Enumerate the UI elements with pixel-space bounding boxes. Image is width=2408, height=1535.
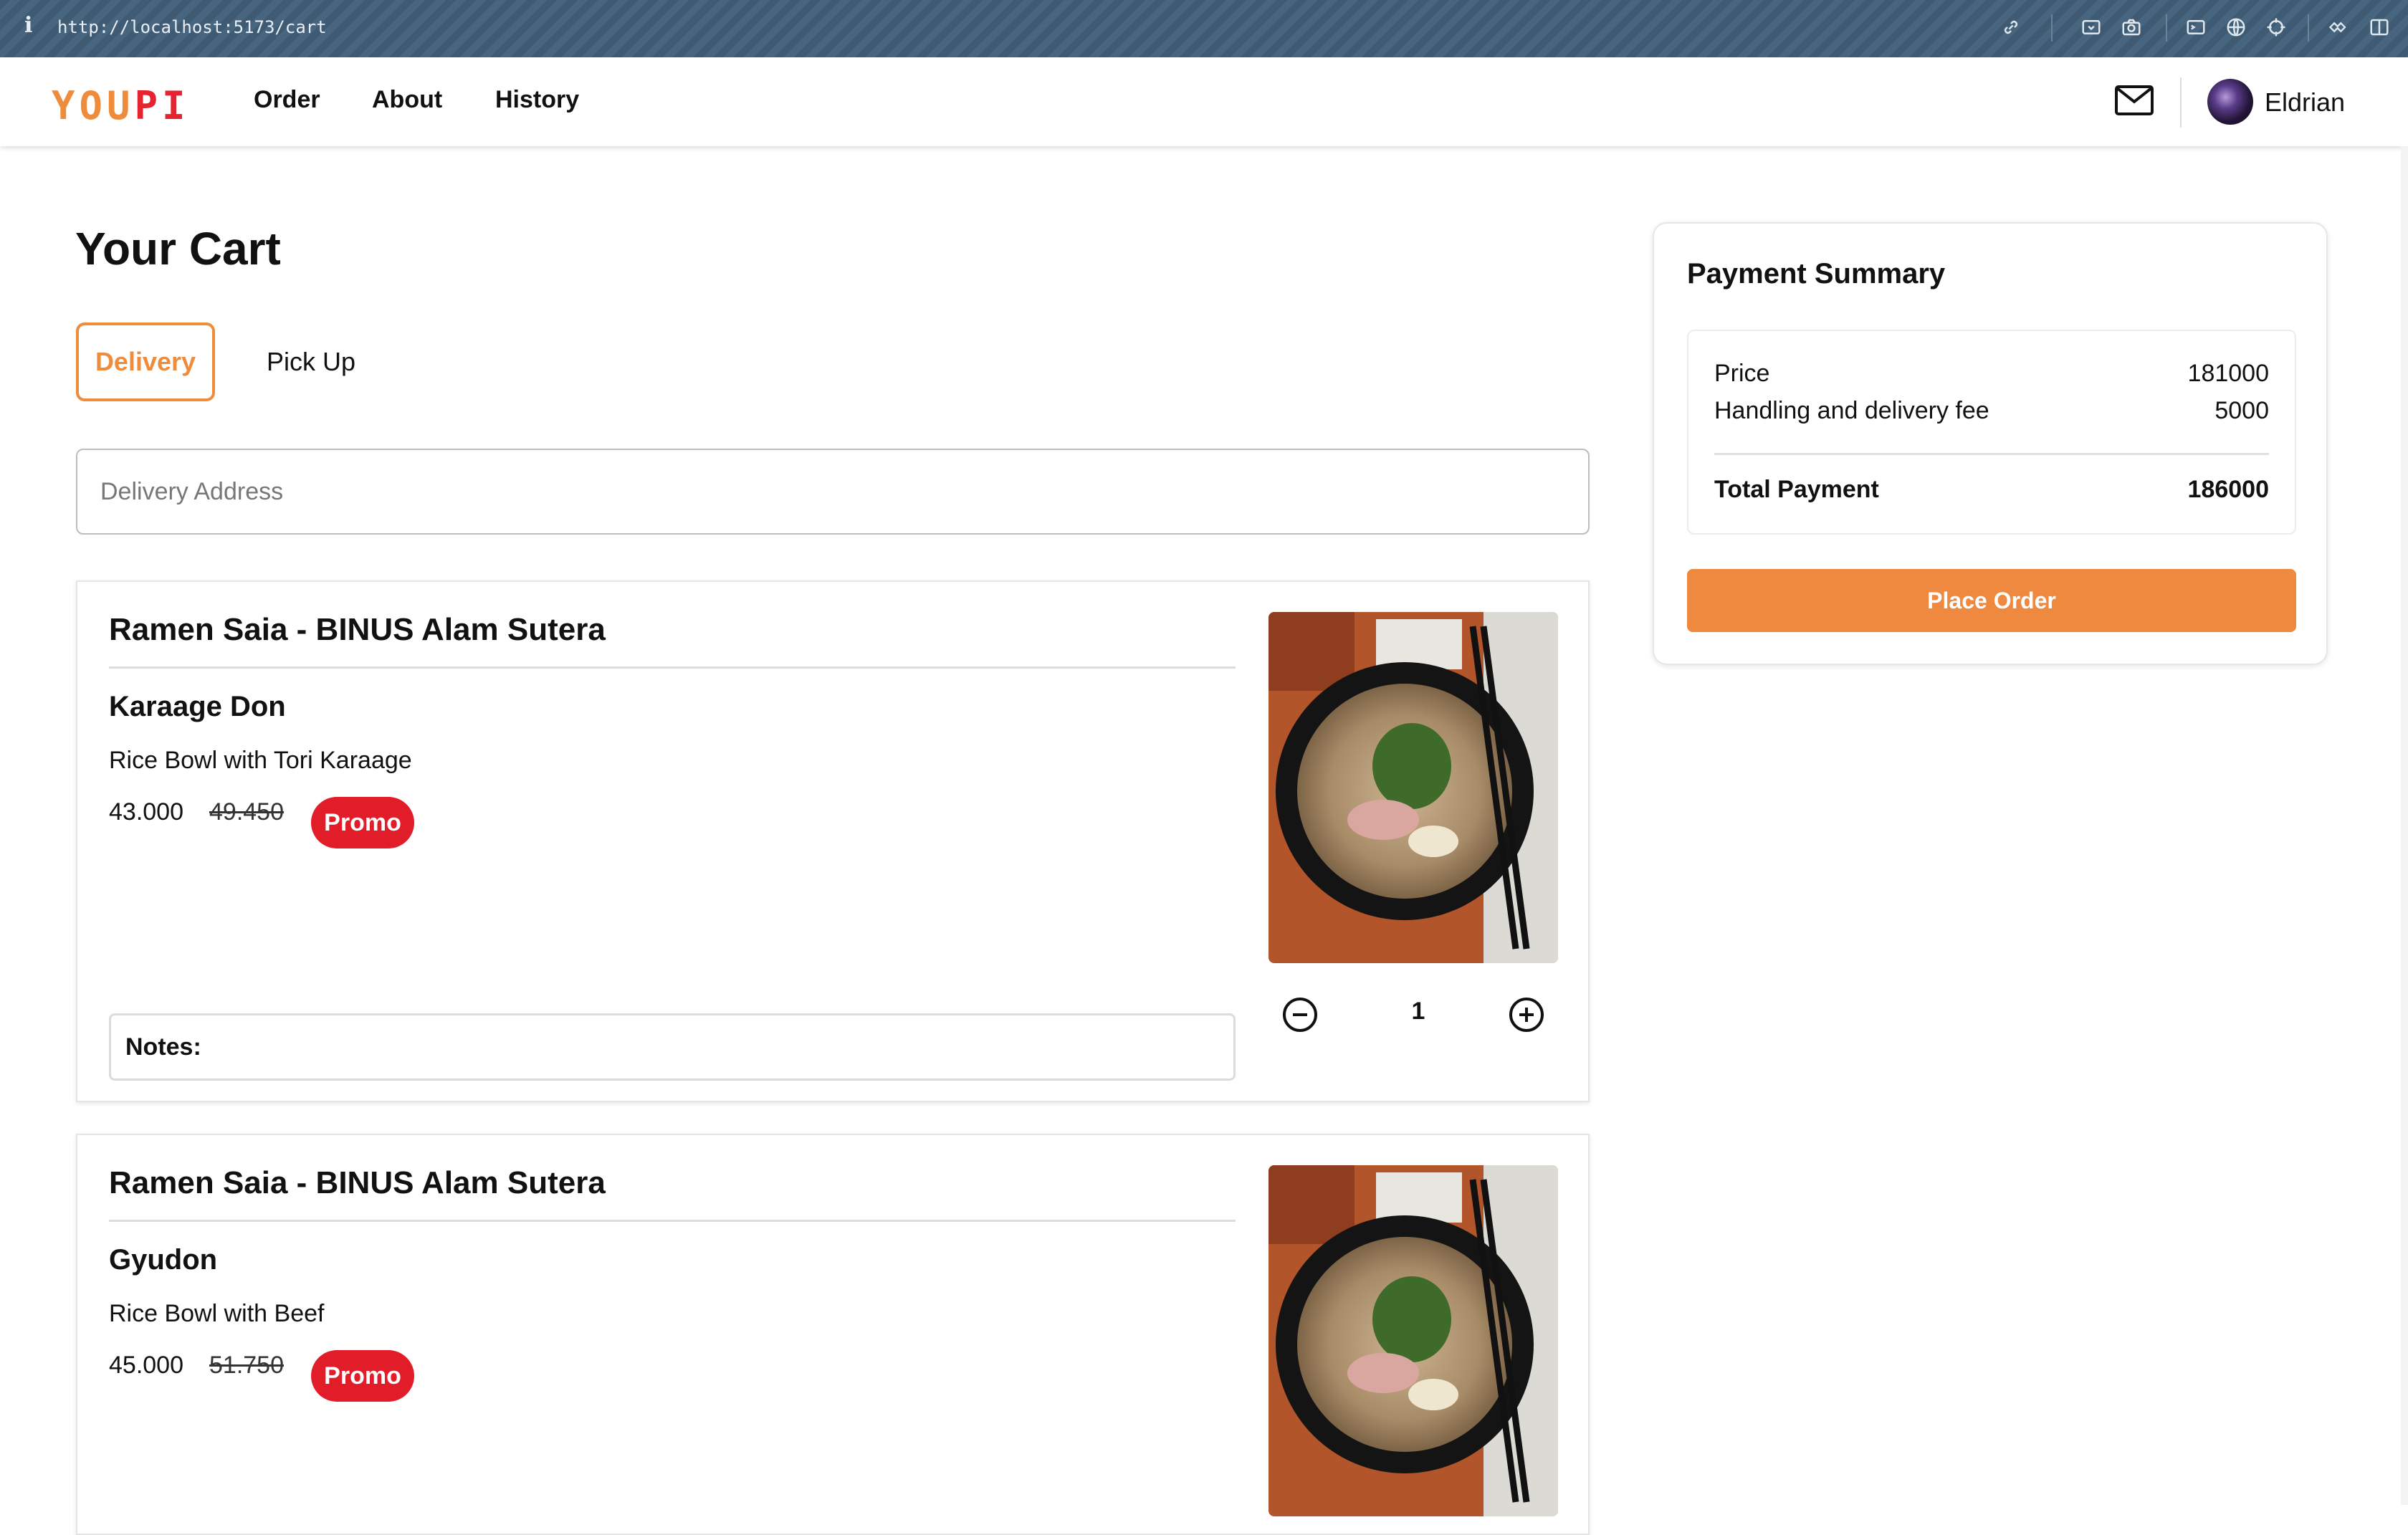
summary-title: Payment Summary: [1687, 258, 1946, 290]
total-row: Total Payment 186000: [1714, 476, 2269, 504]
item-original-price: 49.450: [209, 798, 284, 826]
store-name: Ramen Saia - BINUS Alam Sutera: [109, 612, 606, 647]
item-original-price: 51.750: [209, 1352, 284, 1379]
promo-badge: Promo: [311, 797, 414, 848]
browser-toolbar: i http://localhost:5173/cart: [0, 0, 2408, 57]
divider: [1714, 453, 2269, 455]
total-value: 186000: [2187, 476, 2269, 503]
crosshair-icon[interactable]: [2265, 16, 2288, 39]
item-price: 45.000: [109, 1352, 183, 1379]
plus-circle-icon[interactable]: [1508, 996, 1545, 1033]
toolbar-divider: [2051, 14, 2053, 42]
nav-order[interactable]: Order: [254, 86, 320, 114]
fee-label: Handling and delivery fee: [1714, 397, 1989, 424]
sidebar-toggle-icon[interactable]: [2368, 16, 2391, 39]
avatar[interactable]: [2207, 79, 2253, 125]
item-price: 43.000: [109, 798, 183, 826]
item-name: Karaage Don: [109, 691, 286, 722]
address-bar[interactable]: http://localhost:5173/cart: [57, 17, 327, 37]
page-scrollbar[interactable]: [2401, 146, 2408, 1505]
quantity-value: 1: [1411, 998, 1425, 1025]
divider: [109, 666, 1236, 669]
page-title: Your Cart: [75, 223, 281, 274]
tab-delivery[interactable]: Delivery: [76, 322, 215, 401]
price-value: 181000: [2187, 360, 2269, 387]
tab-pick-up[interactable]: Pick Up: [267, 322, 355, 401]
username[interactable]: Eldrian: [2265, 87, 2345, 118]
notes-field[interactable]: Notes:: [109, 1013, 1236, 1081]
terminal-icon[interactable]: [2184, 16, 2207, 39]
item-description: Rice Bowl with Beef: [109, 1300, 325, 1327]
toolbar-divider: [2166, 14, 2167, 42]
cart-item-card: Ramen Saia - BINUS Alam Sutera Karaage D…: [76, 580, 1590, 1102]
promo-badge: Promo: [311, 1350, 414, 1402]
toolbar-divider: [2308, 14, 2309, 42]
logo-part-2: PI: [134, 83, 190, 128]
link-icon[interactable]: [2000, 16, 2022, 39]
app-header: YOUPI Order About History Eldrian: [0, 57, 2408, 146]
cart-item-card: Ramen Saia - BINUS Alam Sutera Gyudon Ri…: [76, 1134, 1590, 1535]
globe-icon[interactable]: [2225, 16, 2247, 39]
minus-circle-icon[interactable]: [1281, 996, 1319, 1033]
food-image: [1268, 1165, 1558, 1516]
food-image: [1268, 612, 1558, 963]
total-label: Total Payment: [1714, 476, 1879, 503]
nav-about[interactable]: About: [372, 86, 442, 114]
payment-summary-card: Payment Summary Price 181000 Handling an…: [1653, 222, 2328, 665]
store-name: Ramen Saia - BINUS Alam Sutera: [109, 1165, 606, 1200]
price-label: Price: [1714, 360, 1770, 387]
delivery-address-input[interactable]: [76, 449, 1590, 535]
youpi-logo[interactable]: YOUPI: [52, 83, 190, 128]
place-order-button[interactable]: Place Order: [1687, 569, 2296, 632]
summary-breakdown: Price 181000 Handling and delivery fee 5…: [1687, 330, 2296, 535]
site-info-icon[interactable]: i: [24, 13, 32, 38]
extensions-icon[interactable]: [2328, 16, 2351, 39]
price-row: Price 181000: [1714, 360, 2269, 388]
screenshot-icon[interactable]: [2080, 16, 2103, 39]
logo-part-1: YOU: [52, 83, 135, 128]
item-description: Rice Bowl with Tori Karaage: [109, 747, 412, 774]
header-divider: [2180, 77, 2182, 128]
nav-history[interactable]: History: [495, 86, 579, 114]
fee-value: 5000: [2214, 397, 2269, 424]
item-name: Gyudon: [109, 1244, 218, 1276]
fee-row: Handling and delivery fee 5000: [1714, 397, 2269, 425]
envelope-icon[interactable]: [2114, 85, 2154, 116]
divider: [109, 1220, 1236, 1222]
camera-icon[interactable]: [2120, 16, 2143, 39]
